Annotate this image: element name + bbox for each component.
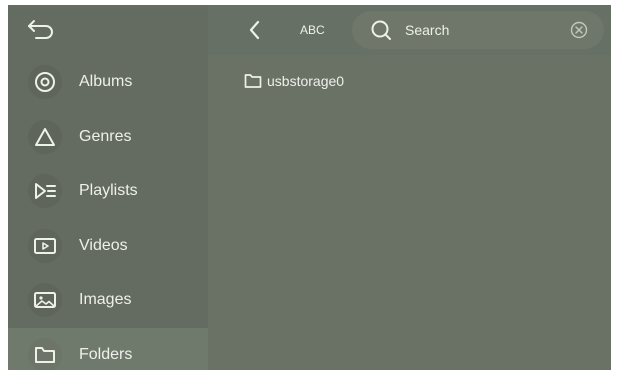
search-input[interactable]: Search [352, 11, 604, 49]
sidebar-item-playlists[interactable]: Playlists [8, 164, 208, 219]
search-placeholder: Search [405, 22, 450, 38]
video-icon [28, 228, 62, 263]
sidebar-item-label: Playlists [79, 182, 138, 199]
search-icon [370, 19, 392, 41]
top-bar: ABC Search [208, 5, 611, 55]
sidebar-item-label: Genres [79, 127, 132, 145]
playlist-icon [28, 174, 62, 208]
back-area [8, 5, 208, 55]
sidebar-item-label: Albums [79, 73, 133, 90]
sidebar-item-videos[interactable]: Videos [8, 219, 208, 274]
folder-icon [244, 73, 262, 89]
chevron-left-icon[interactable] [245, 18, 265, 42]
sort-abc-button[interactable]: ABC [300, 5, 325, 55]
screen: Albums Genres Playlists Videos Images Fo… [8, 5, 611, 370]
sidebar-item-label: Videos [79, 236, 128, 254]
back-arrow-icon[interactable] [26, 17, 56, 43]
sidebar-item-folders[interactable]: Folders [8, 327, 208, 370]
clear-icon[interactable] [570, 21, 588, 39]
sidebar-item-albums[interactable]: Albums [8, 55, 208, 110]
sidebar-item-label: Folders [79, 345, 133, 363]
sidebar: Albums Genres Playlists Videos Images Fo… [8, 5, 208, 370]
image-icon [28, 283, 62, 317]
folder-list: usbstorage0 [208, 55, 611, 370]
sidebar-item-label: Images [79, 291, 132, 308]
album-disc-icon [28, 65, 62, 99]
folder-name: usbstorage0 [267, 73, 345, 89]
sidebar-item-genres[interactable]: Genres [8, 110, 208, 165]
sidebar-item-images[interactable]: Images [8, 273, 208, 328]
triangle-icon [28, 119, 62, 154]
folder-icon [28, 337, 62, 370]
sidebar-nav: Albums Genres Playlists Videos Images Fo… [8, 55, 208, 370]
list-item[interactable]: usbstorage0 [244, 69, 344, 93]
